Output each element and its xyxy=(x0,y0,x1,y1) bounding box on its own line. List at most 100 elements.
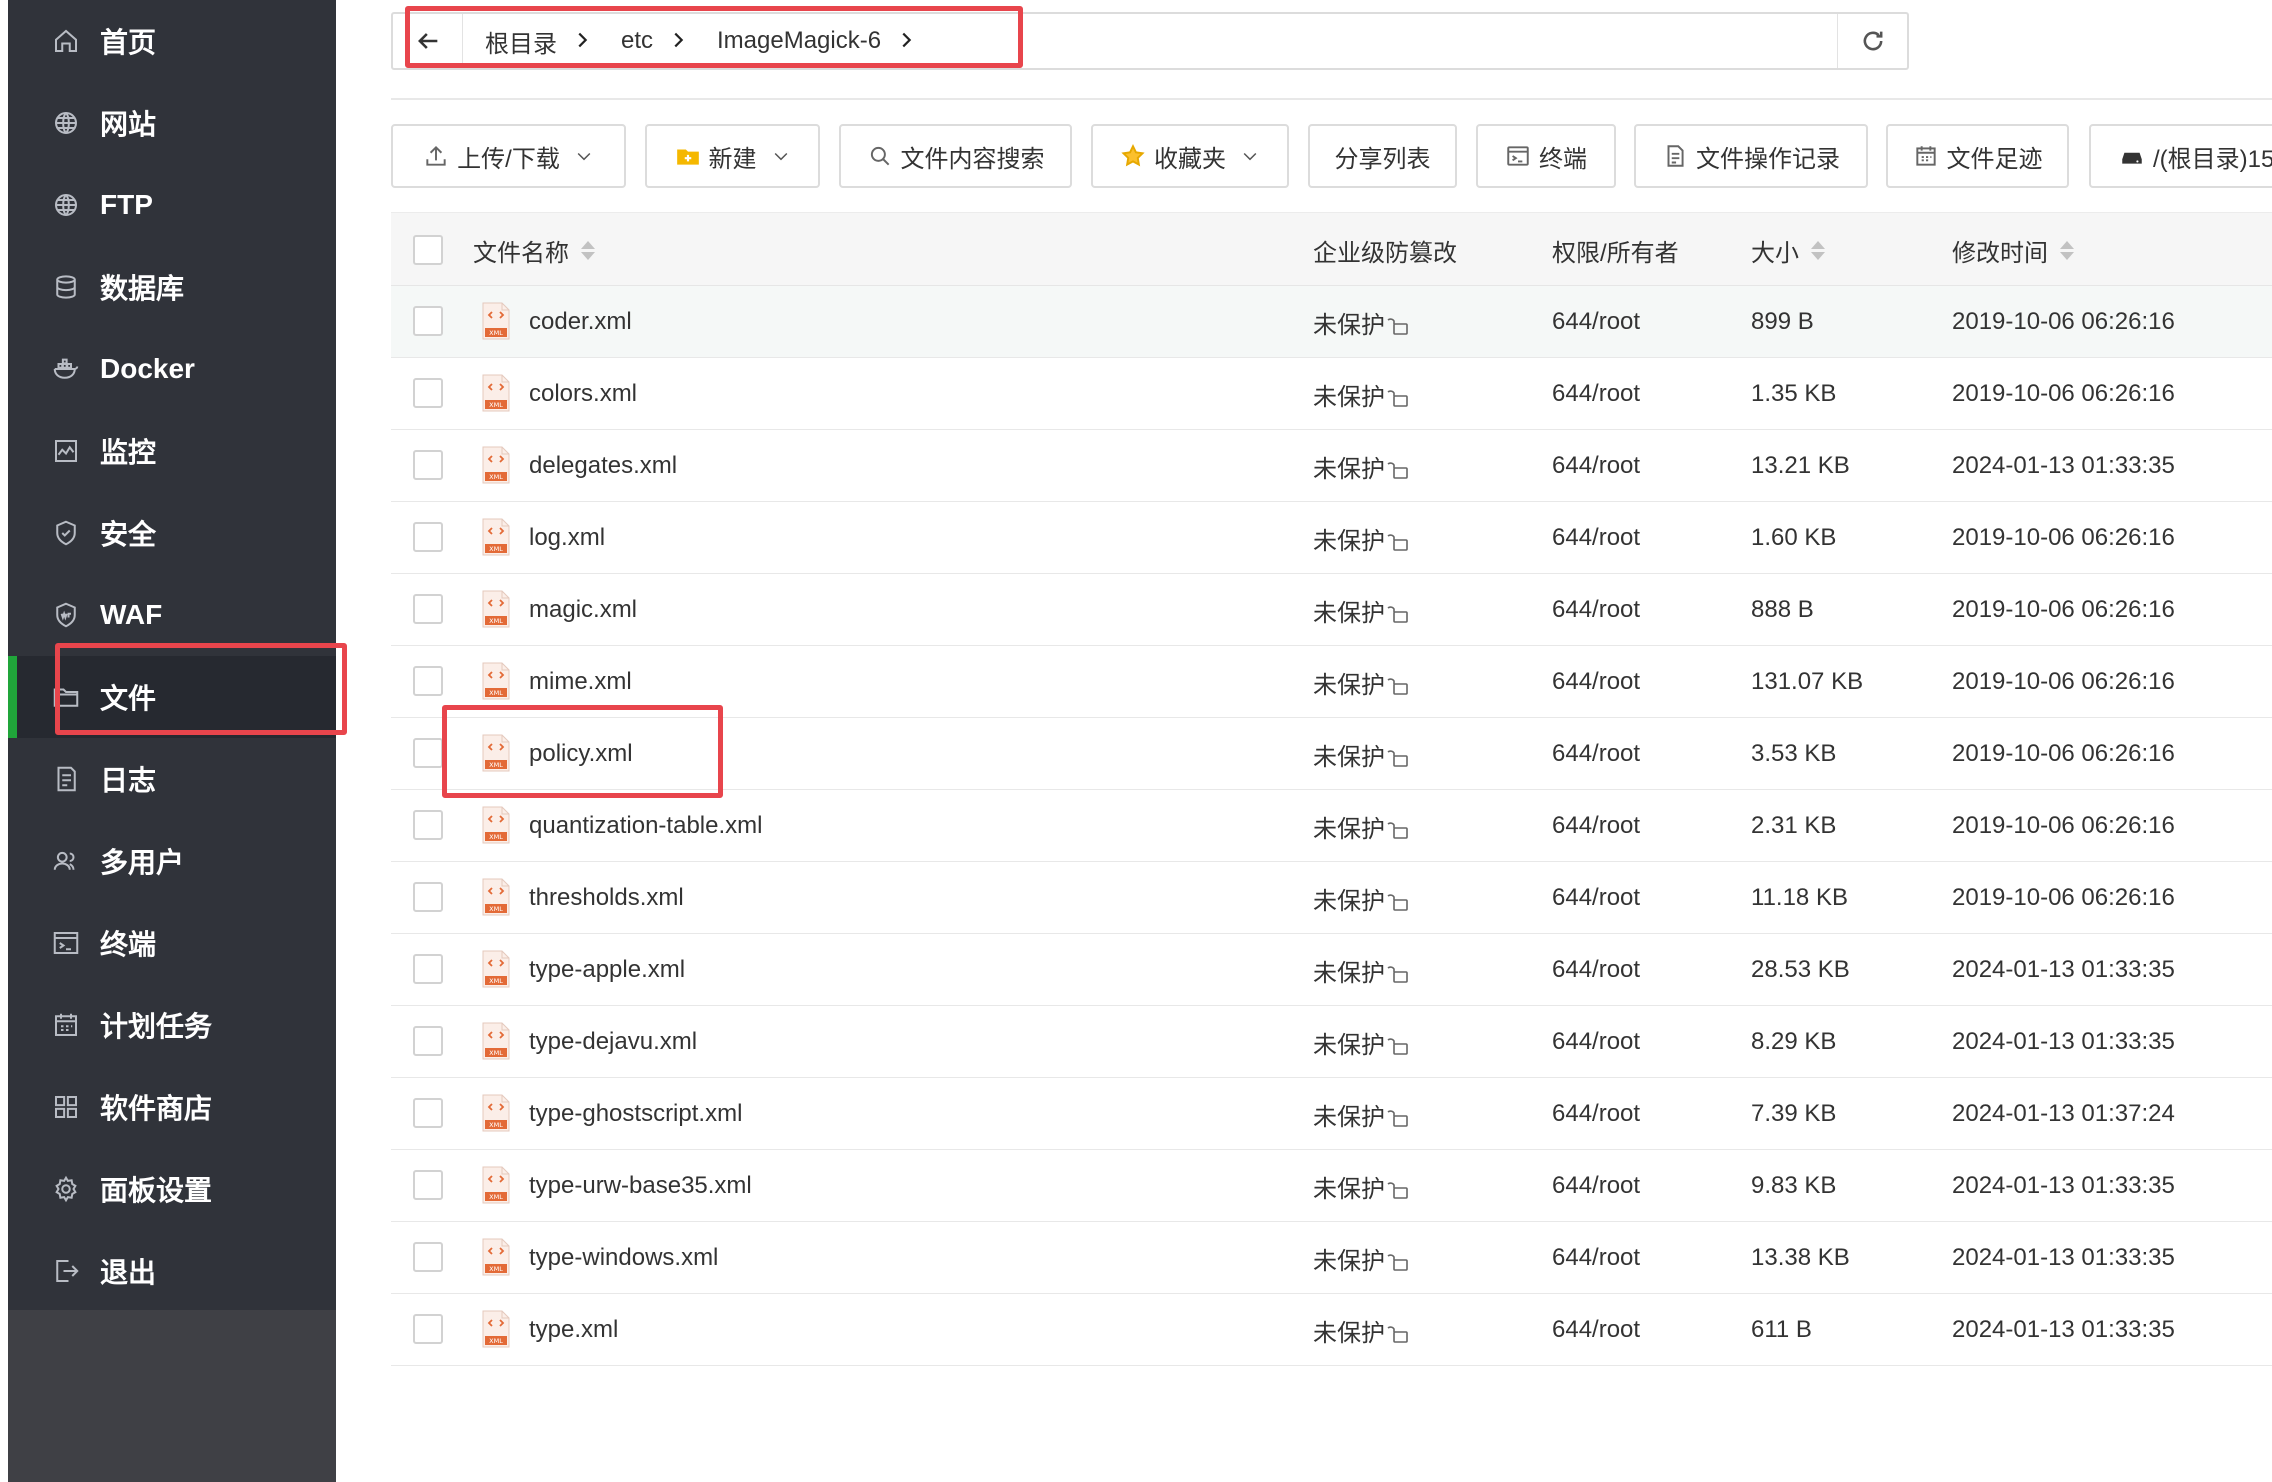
sidebar-item-files[interactable]: 文件 xyxy=(8,656,336,738)
row-checkbox[interactable] xyxy=(413,594,443,624)
protect-status[interactable]: 未保护 xyxy=(1313,646,1411,718)
file-permission[interactable]: 644/root xyxy=(1552,934,1640,1006)
file-permission[interactable]: 644/root xyxy=(1552,574,1640,646)
table-row[interactable]: XML magic.xml 未保护 644/root 888 B 2019-10-06 0… xyxy=(391,574,2272,646)
file-permission[interactable]: 644/root xyxy=(1552,1294,1640,1366)
file-name[interactable]: colors.xml xyxy=(529,358,637,430)
new-button[interactable]: 新建 xyxy=(645,124,820,188)
table-row[interactable]: XML type-apple.xml 未保护 644/root 28.53 KB 2024… xyxy=(391,934,2272,1006)
row-checkbox[interactable] xyxy=(413,738,443,768)
file-permission[interactable]: 644/root xyxy=(1552,1006,1640,1078)
file-permission[interactable]: 644/root xyxy=(1552,646,1640,718)
file-permission[interactable]: 644/root xyxy=(1552,1150,1640,1222)
protect-status[interactable]: 未保护 xyxy=(1313,358,1411,430)
table-row[interactable]: XML coder.xml 未保护 644/root 899 B 2019-10-06 0… xyxy=(391,286,2272,358)
select-all-checkbox[interactable] xyxy=(413,235,443,265)
file-permission[interactable]: 644/root xyxy=(1552,1222,1640,1294)
protect-status[interactable]: 未保护 xyxy=(1313,790,1411,862)
terminal-button[interactable]: 终端 xyxy=(1476,124,1616,188)
favorites-button[interactable]: 收藏夹 xyxy=(1091,124,1289,188)
operation-log-button[interactable]: 文件操作记录 xyxy=(1634,124,1868,188)
table-row[interactable]: XML type.xml 未保护 644/root 611 B 2024-01-13 01… xyxy=(391,1294,2272,1366)
table-row[interactable]: XML type-dejavu.xml 未保护 644/root 8.29 KB 2024… xyxy=(391,1006,2272,1078)
col-header-mtime[interactable]: 修改时间 xyxy=(1952,213,2074,287)
file-name[interactable]: type-urw-base35.xml xyxy=(529,1150,752,1222)
sidebar-item-terminal[interactable]: 终端 xyxy=(8,902,336,984)
row-checkbox[interactable] xyxy=(413,882,443,912)
sidebar-item-monitor[interactable]: 监控 xyxy=(8,410,336,492)
breadcrumb-item[interactable]: 根目录 xyxy=(477,24,571,59)
protect-status[interactable]: 未保护 xyxy=(1313,718,1411,790)
sidebar-item-ftp[interactable]: FTP xyxy=(8,164,336,246)
row-checkbox[interactable] xyxy=(413,522,443,552)
sidebar-item-home[interactable]: 首页 xyxy=(8,0,336,82)
table-row[interactable]: XML type-windows.xml 未保护 644/root 13.38 KB 20… xyxy=(391,1222,2272,1294)
disk-button[interactable]: /(根目录)15 xyxy=(2089,124,2272,188)
file-permission[interactable]: 644/root xyxy=(1552,790,1640,862)
protect-status[interactable]: 未保护 xyxy=(1313,934,1411,1006)
sidebar-item-waf[interactable]: WAF xyxy=(8,574,336,656)
row-checkbox[interactable] xyxy=(413,666,443,696)
upload-download-button[interactable]: 上传/下载 xyxy=(391,124,626,188)
file-name[interactable]: mime.xml xyxy=(529,646,632,718)
file-permission[interactable]: 644/root xyxy=(1552,502,1640,574)
file-permission[interactable]: 644/root xyxy=(1552,286,1640,358)
row-checkbox[interactable] xyxy=(413,1098,443,1128)
row-checkbox[interactable] xyxy=(413,306,443,336)
col-header-size[interactable]: 大小 xyxy=(1751,213,1825,287)
refresh-button[interactable] xyxy=(1837,14,1907,68)
sidebar-item-logs[interactable]: 日志 xyxy=(8,738,336,820)
row-checkbox[interactable] xyxy=(413,1026,443,1056)
file-permission[interactable]: 644/root xyxy=(1552,862,1640,934)
file-name[interactable]: coder.xml xyxy=(529,286,632,358)
sidebar-item-multiuser[interactable]: 多用户 xyxy=(8,820,336,902)
sidebar-item-store[interactable]: 软件商店 xyxy=(8,1066,336,1148)
content-search-button[interactable]: 文件内容搜索 xyxy=(839,124,1072,188)
protect-status[interactable]: 未保护 xyxy=(1313,1006,1411,1078)
sidebar-item-logout[interactable]: 退出 xyxy=(8,1230,336,1312)
table-row[interactable]: XML thresholds.xml 未保护 644/root 11.18 KB 2019… xyxy=(391,862,2272,934)
share-list-button[interactable]: 分享列表 xyxy=(1308,124,1457,188)
sidebar-item-website[interactable]: 网站 xyxy=(8,82,336,164)
file-permission[interactable]: 644/root xyxy=(1552,430,1640,502)
file-name[interactable]: magic.xml xyxy=(529,574,637,646)
file-permission[interactable]: 644/root xyxy=(1552,718,1640,790)
table-row[interactable]: XML policy.xml 未保护 644/root 3.53 KB 2019-10-0… xyxy=(391,718,2272,790)
sidebar-item-database[interactable]: 数据库 xyxy=(8,246,336,328)
sidebar-item-docker[interactable]: Docker xyxy=(8,328,336,410)
row-checkbox[interactable] xyxy=(413,450,443,480)
protect-status[interactable]: 未保护 xyxy=(1313,574,1411,646)
row-checkbox[interactable] xyxy=(413,378,443,408)
row-checkbox[interactable] xyxy=(413,1314,443,1344)
file-name[interactable]: type-windows.xml xyxy=(529,1222,718,1294)
table-row[interactable]: XML mime.xml 未保护 644/root 131.07 KB 2019-10-0… xyxy=(391,646,2272,718)
protect-status[interactable]: 未保护 xyxy=(1313,1078,1411,1150)
file-permission[interactable]: 644/root xyxy=(1552,1078,1640,1150)
file-name[interactable]: type-dejavu.xml xyxy=(529,1006,697,1078)
row-checkbox[interactable] xyxy=(413,1242,443,1272)
file-name[interactable]: delegates.xml xyxy=(529,430,677,502)
file-name[interactable]: type-apple.xml xyxy=(529,934,685,1006)
file-permission[interactable]: 644/root xyxy=(1552,358,1640,430)
file-name[interactable]: thresholds.xml xyxy=(529,862,684,934)
protect-status[interactable]: 未保护 xyxy=(1313,1294,1411,1366)
row-checkbox[interactable] xyxy=(413,810,443,840)
protect-status[interactable]: 未保护 xyxy=(1313,430,1411,502)
row-checkbox[interactable] xyxy=(413,1170,443,1200)
file-name[interactable]: type.xml xyxy=(529,1294,618,1366)
breadcrumb-item[interactable]: etc xyxy=(613,27,667,55)
table-row[interactable]: XML delegates.xml 未保护 644/root 13.21 KB 2024-… xyxy=(391,430,2272,502)
file-name[interactable]: log.xml xyxy=(529,502,605,574)
table-row[interactable]: XML quantization-table.xml 未保护 644/root 2.31… xyxy=(391,790,2272,862)
file-name[interactable]: type-ghostscript.xml xyxy=(529,1078,742,1150)
file-name[interactable]: quantization-table.xml xyxy=(529,790,762,862)
table-row[interactable]: XML type-ghostscript.xml 未保护 644/root 7.39 K… xyxy=(391,1078,2272,1150)
protect-status[interactable]: 未保护 xyxy=(1313,502,1411,574)
footprint-button[interactable]: 文件足迹 xyxy=(1886,124,2069,188)
protect-status[interactable]: 未保护 xyxy=(1313,1222,1411,1294)
breadcrumb-item[interactable]: ImageMagick-6 xyxy=(709,27,895,55)
sidebar-item-security[interactable]: 安全 xyxy=(8,492,336,574)
protect-status[interactable]: 未保护 xyxy=(1313,286,1411,358)
sidebar-item-cron[interactable]: 计划任务 xyxy=(8,984,336,1066)
back-button[interactable] xyxy=(393,14,463,68)
